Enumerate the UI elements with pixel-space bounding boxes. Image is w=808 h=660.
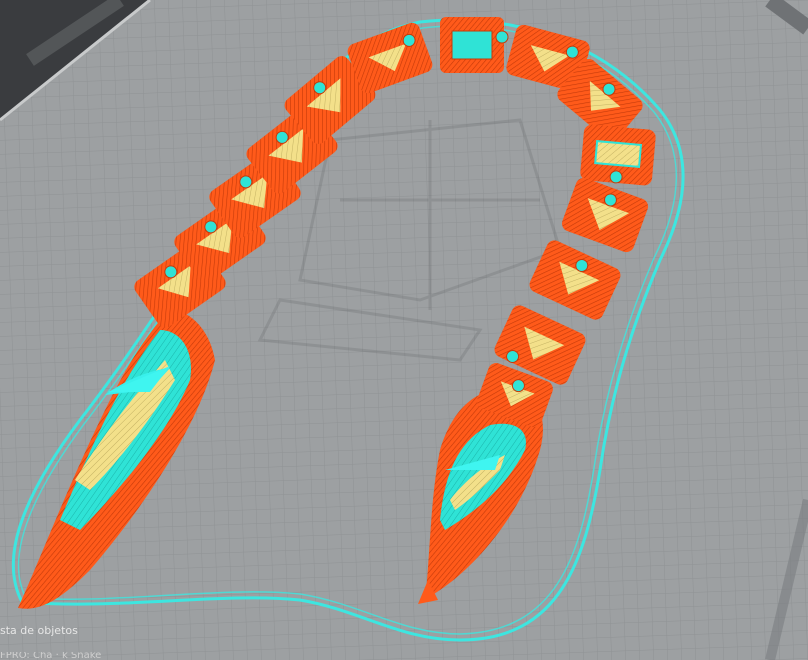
object-list-label[interactable]: sta de objetos [0, 624, 78, 637]
3d-viewport[interactable] [0, 0, 808, 660]
segment [440, 17, 509, 73]
segment [580, 124, 656, 186]
build-plate [0, 0, 808, 660]
object-list-subtitle: FPRO: Cha · k Snake [0, 652, 102, 660]
